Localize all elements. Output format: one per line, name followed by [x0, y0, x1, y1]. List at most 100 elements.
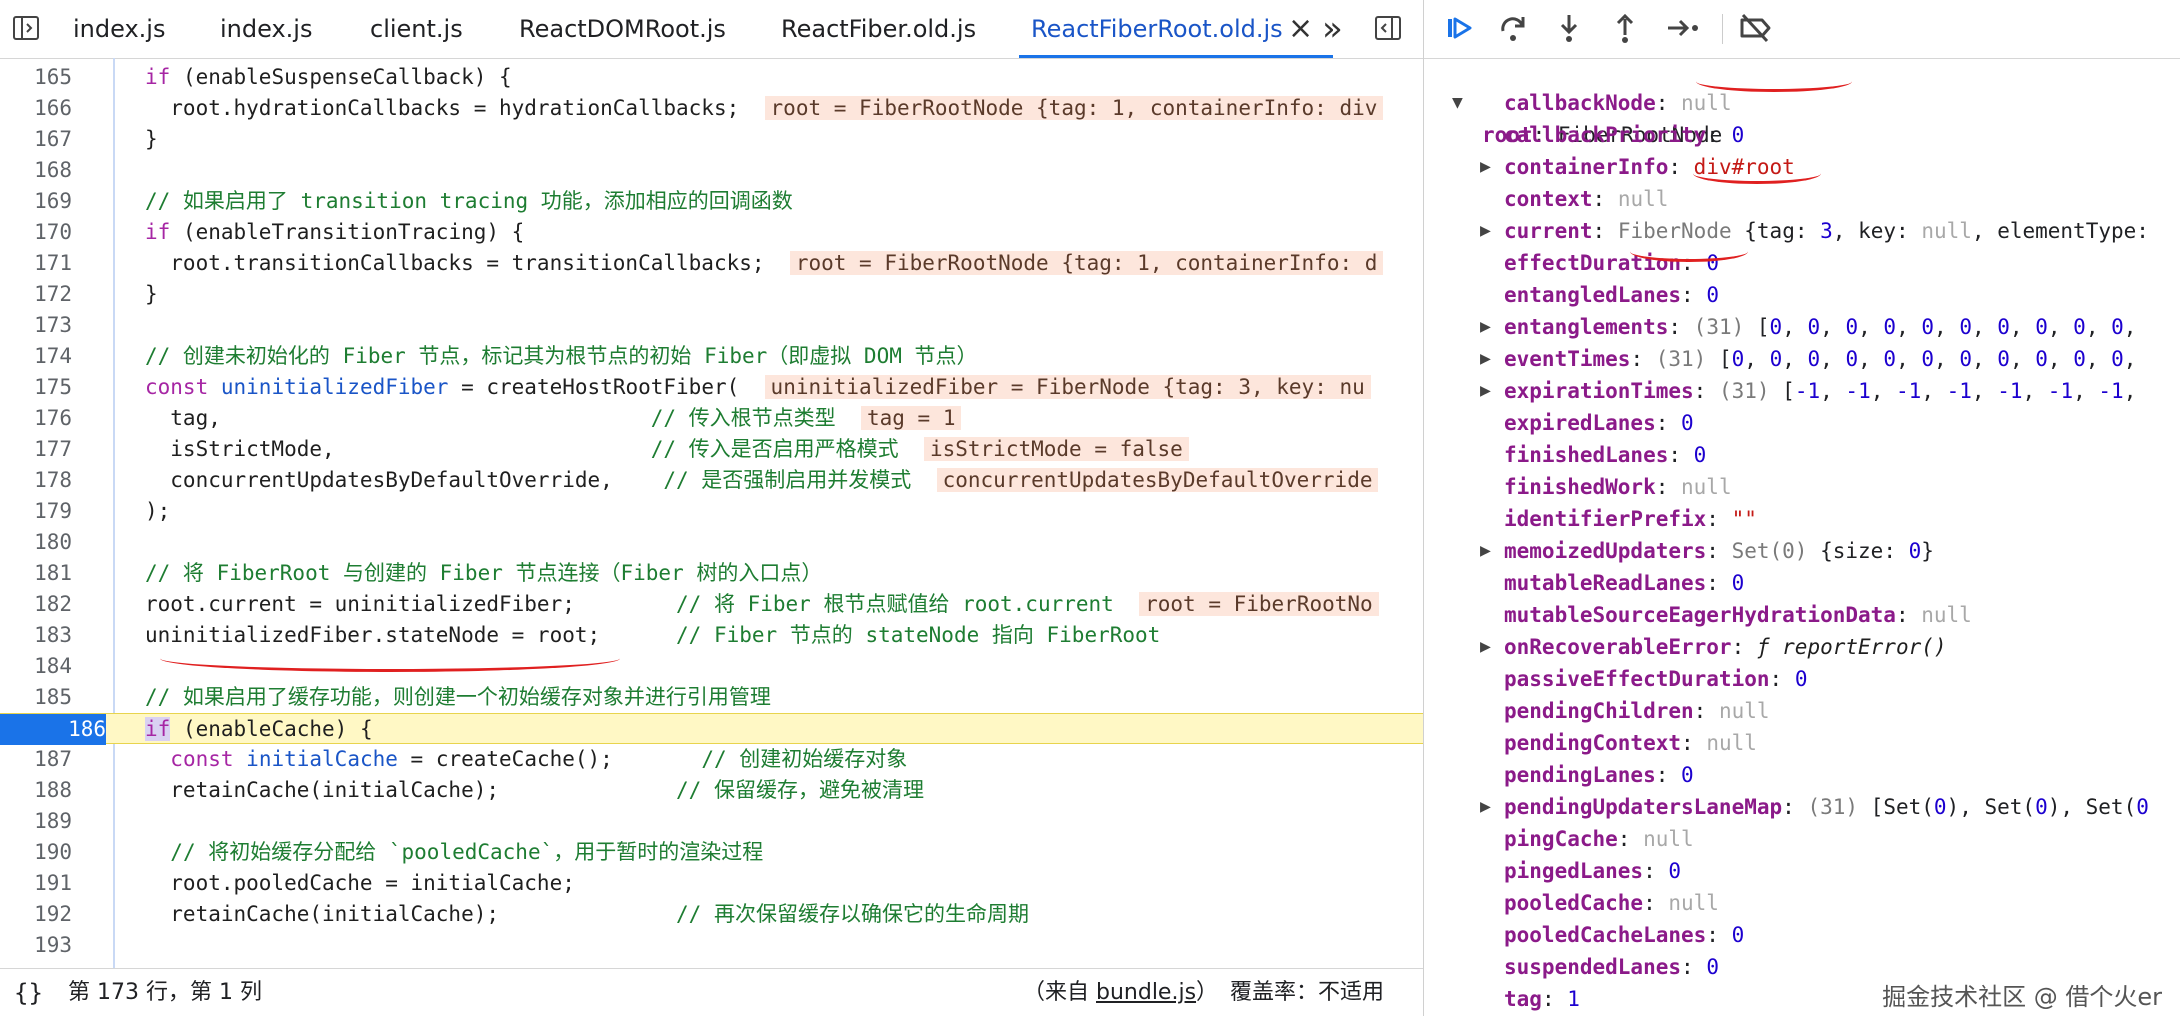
- code-line: 183 uninitializedFiber.stateNode = root; …: [0, 620, 1423, 651]
- code-line: 190 // 将初始缓存分配给 `pooledCache`，用于暂时的渲染过程: [0, 837, 1423, 868]
- scope-property-pending-context: pendingContext: null: [1504, 731, 1757, 755]
- line-number[interactable]: 180: [0, 527, 72, 558]
- property-value: "": [1731, 507, 1757, 531]
- line-number[interactable]: 182: [0, 589, 72, 620]
- tab-client-js[interactable]: client.js: [370, 0, 463, 58]
- property-value: 0: [1731, 923, 1745, 947]
- step-over-icon[interactable]: [1496, 11, 1530, 49]
- expand-arrow-icon[interactable]: ▶: [1480, 151, 1500, 183]
- line-number[interactable]: 184: [0, 651, 72, 682]
- line-number[interactable]: 191: [0, 868, 72, 899]
- property-value: null: [1706, 731, 1757, 755]
- code-line: 173: [0, 310, 1423, 341]
- line-number[interactable]: 186: [0, 714, 106, 745]
- property-value: 0: [1668, 859, 1682, 883]
- line-number[interactable]: 192: [0, 899, 72, 930]
- code-text: concurrentUpdatesByDefaultOverride, // 是…: [145, 465, 1379, 496]
- property-value: Set(0): [1731, 539, 1808, 563]
- code-line: 177 isStrictMode, // 传入是否启用严格模式 isStrict…: [0, 434, 1423, 465]
- property-value: 0: [1706, 283, 1719, 307]
- scope-property-pending-updaters-lane-map[interactable]: ▶ pendingUpdatersLaneMap: (31) [Set(0), S…: [1424, 791, 2180, 823]
- code-line: 192 retainCache(initialCache); // 再次保留缓存…: [0, 899, 1423, 930]
- code-line: 178 concurrentUpdatesByDefaultOverride, …: [0, 465, 1423, 496]
- line-number[interactable]: 193: [0, 930, 72, 961]
- expand-arrow-icon[interactable]: ▶: [1480, 535, 1500, 567]
- expand-arrow-icon[interactable]: ▶: [1480, 215, 1500, 247]
- tab-index-js-1[interactable]: index.js: [73, 0, 165, 58]
- deactivate-breakpoints-icon[interactable]: [1737, 11, 1775, 49]
- property-value: 1: [1567, 987, 1580, 1011]
- bundle-js-link[interactable]: bundle.js: [1096, 980, 1196, 1005]
- more-tabs-icon[interactable]: »: [1322, 0, 1343, 58]
- line-number[interactable]: 166: [0, 93, 72, 124]
- expand-arrow-icon[interactable]: ▶: [1480, 375, 1500, 407]
- line-number[interactable]: 188: [0, 775, 72, 806]
- line-number[interactable]: 175: [0, 372, 72, 403]
- line-number[interactable]: 190: [0, 837, 72, 868]
- line-number[interactable]: 173: [0, 310, 72, 341]
- line-number[interactable]: 178: [0, 465, 72, 496]
- code-text: root.pooledCache = initialCache;: [145, 871, 575, 895]
- toolbar-separator: [1722, 14, 1723, 44]
- tab-close-icon[interactable]: ×: [1288, 0, 1313, 58]
- toggle-navigator-icon[interactable]: [12, 14, 40, 46]
- line-number[interactable]: 179: [0, 496, 72, 527]
- property-value: ƒ reportError(): [1756, 635, 1947, 659]
- step-icon[interactable]: [1664, 11, 1702, 49]
- line-number[interactable]: 189: [0, 806, 72, 837]
- line-number[interactable]: 172: [0, 279, 72, 310]
- property-key: pingCache: [1504, 827, 1618, 851]
- expand-arrow-icon[interactable]: ▶: [1480, 343, 1500, 375]
- code-text: root.transitionCallbacks = transitionCal…: [145, 248, 1384, 279]
- code-text: // 创建未初始化的 Fiber 节点，标记其为根节点的初始 Fiber（即虚拟…: [145, 344, 978, 368]
- line-number[interactable]: 177: [0, 434, 72, 465]
- property-value: 0: [1794, 667, 1808, 691]
- line-number[interactable]: 181: [0, 558, 72, 589]
- property-key: identifierPrefix: [1504, 507, 1707, 531]
- line-number[interactable]: 167: [0, 124, 72, 155]
- tab-index-js-2[interactable]: index.js: [220, 0, 312, 58]
- underline-annotation-root: [1696, 71, 1852, 92]
- line-number[interactable]: 169: [0, 186, 72, 217]
- braces-icon[interactable]: {}: [14, 969, 43, 1016]
- line-number[interactable]: 170: [0, 217, 72, 248]
- expand-arrow-icon[interactable]: ▶: [1480, 631, 1500, 663]
- tab-react-fiber-root-old-js[interactable]: ReactFiberRoot.old.js: [1019, 0, 1333, 58]
- expand-arrow-icon[interactable]: ▶: [1480, 791, 1500, 823]
- scope-property-on-recoverable-error[interactable]: ▶ onRecoverableError: ƒ reportError(): [1424, 631, 2180, 663]
- scope-property-entanglements[interactable]: ▶ entanglements: (31) [0, 0, 0, 0, 0, 0, …: [1424, 311, 2180, 343]
- line-number[interactable]: 168: [0, 155, 72, 186]
- code-text: root.hydrationCallbacks = hydrationCallb…: [145, 93, 1384, 124]
- property-key: context: [1504, 187, 1593, 211]
- code-line: 191 root.pooledCache = initialCache;: [0, 868, 1423, 899]
- line-number[interactable]: 183: [0, 620, 72, 651]
- line-number[interactable]: 165: [0, 62, 72, 93]
- scope-property-identifier-prefix: identifierPrefix: "": [1504, 507, 1757, 531]
- scope-property-event-times[interactable]: ▶ eventTimes: (31) [0, 0, 0, 0, 0, 0, 0, …: [1424, 343, 2180, 375]
- line-number[interactable]: 174: [0, 341, 72, 372]
- line-number[interactable]: 185: [0, 682, 72, 713]
- tab-react-dom-root-js[interactable]: ReactDOMRoot.js: [519, 0, 726, 58]
- line-number[interactable]: 171: [0, 248, 72, 279]
- step-into-icon[interactable]: [1552, 11, 1586, 49]
- code-line: 180: [0, 527, 1423, 558]
- line-number[interactable]: 187: [0, 744, 72, 775]
- property-key: pendingLanes: [1504, 763, 1656, 787]
- tab-react-fiber-old-js[interactable]: ReactFiber.old.js: [781, 0, 976, 58]
- line-number[interactable]: 176: [0, 403, 72, 434]
- property-key: pingedLanes: [1504, 859, 1644, 883]
- editor-tab-bar: index.js index.js client.js ReactDOMRoot…: [0, 0, 1423, 59]
- scope-property-memoized-updaters[interactable]: ▶ memoizedUpdaters: Set(0) {size: 0}: [1424, 535, 2180, 567]
- property-value: (31): [1655, 347, 1707, 371]
- resume-icon[interactable]: [1442, 11, 1476, 49]
- scope-property-expiration-times[interactable]: ▶ expirationTimes: (31) [-1, -1, -1, -1, …: [1424, 375, 2180, 407]
- scope-property-pending-lanes: pendingLanes: 0: [1504, 763, 1694, 787]
- expand-arrow-icon[interactable]: ▶: [1480, 311, 1500, 343]
- property-key: callbackNode: [1504, 91, 1656, 115]
- property-key: tag: [1504, 987, 1542, 1011]
- property-value: null: [1617, 187, 1669, 211]
- scope-property-current[interactable]: ▶ current: FiberNode {tag: 3, key: null, …: [1424, 215, 2180, 247]
- inline-value: uninitializedFiber = FiberNode {tag: 3, …: [764, 375, 1371, 399]
- step-out-icon[interactable]: [1608, 11, 1642, 49]
- toggle-debugger-sidebar-icon[interactable]: [1374, 14, 1402, 46]
